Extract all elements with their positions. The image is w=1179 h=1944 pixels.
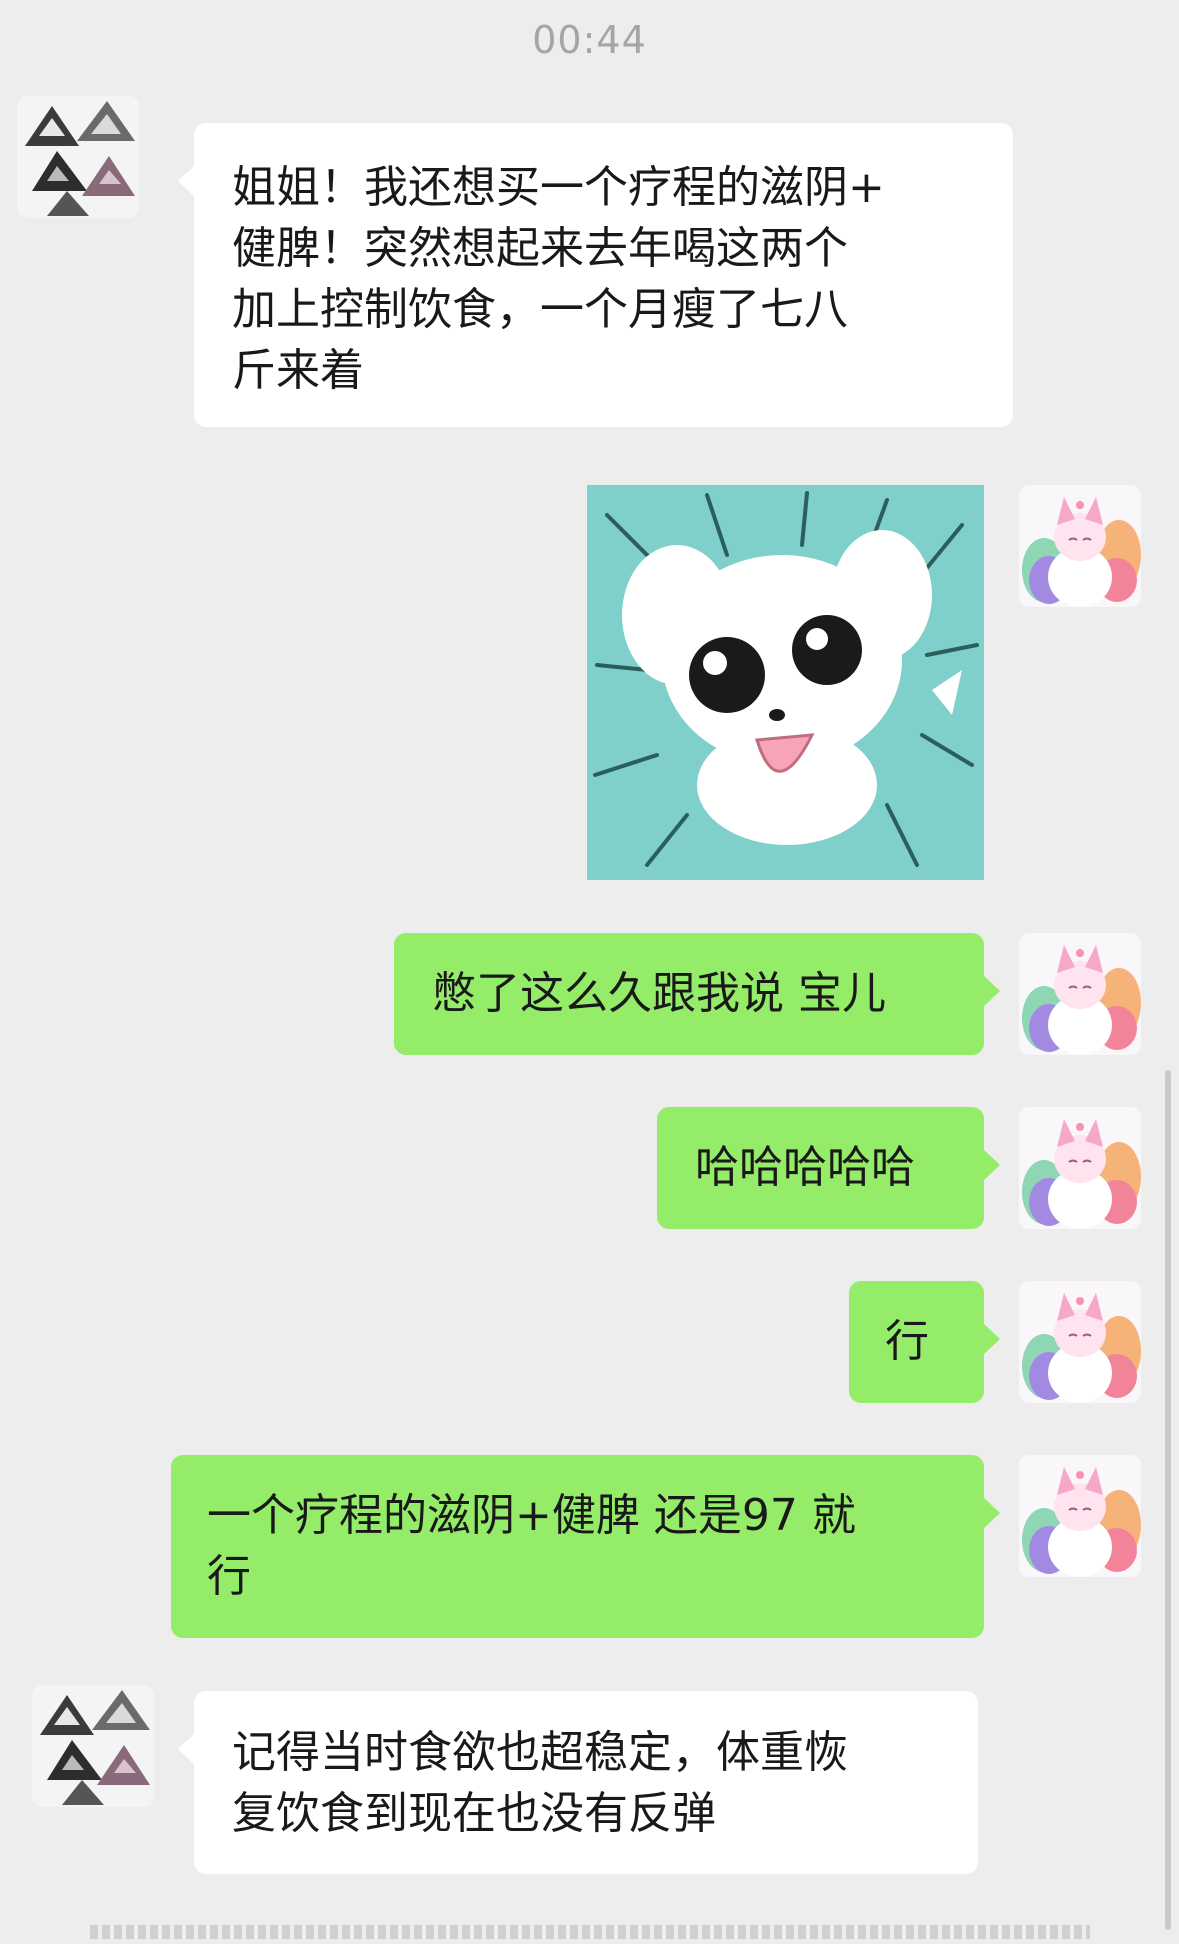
rainbow-fox-avatar-icon xyxy=(1019,933,1141,1055)
rainbow-fox-avatar-icon xyxy=(1019,1107,1141,1229)
bottom-dotted-divider xyxy=(90,1925,1090,1939)
geometric-triangle-avatar-icon xyxy=(17,96,139,218)
message-line: 行 xyxy=(207,1551,251,1602)
message-bubble-outgoing[interactable]: 行 xyxy=(849,1281,1000,1403)
message-bubble-incoming[interactable]: 姐姐！我还想买一个疗程的滋阴+ 健脾！突然想起来去年喝这两个 加上控制饮食，一个… xyxy=(178,123,1013,427)
contact-avatar[interactable] xyxy=(17,96,139,218)
rainbow-fox-avatar-icon xyxy=(1019,1455,1141,1577)
white-puppy-sticker-icon xyxy=(587,485,984,880)
my-avatar[interactable] xyxy=(1019,1107,1141,1229)
timestamp: 00:44 xyxy=(532,18,647,62)
sticker-message[interactable] xyxy=(587,485,984,880)
my-avatar[interactable] xyxy=(1019,1281,1141,1403)
message-line: 行 xyxy=(885,1316,929,1367)
message-line: 健脾！突然想起来去年喝这两个 xyxy=(232,223,848,274)
message-bubble-incoming[interactable]: 记得当时食欲也超稳定，体重恢 复饮食到现在也没有反弹 xyxy=(178,1691,978,1874)
my-avatar[interactable] xyxy=(1019,485,1141,607)
message-line: 憋了这么久跟我说 宝儿 xyxy=(432,968,886,1019)
message-line: 姐姐！我还想买一个疗程的滋阴+ xyxy=(232,162,885,213)
contact-avatar[interactable] xyxy=(32,1685,154,1807)
scrollbar[interactable] xyxy=(1165,1070,1171,1930)
message-line: 哈哈哈哈哈 xyxy=(695,1142,915,1193)
my-avatar[interactable] xyxy=(1019,1455,1141,1577)
geometric-triangle-avatar-icon xyxy=(32,1685,154,1807)
message-line: 加上控制饮食，一个月瘦了七八 xyxy=(232,284,848,335)
my-avatar[interactable] xyxy=(1019,933,1141,1055)
rainbow-fox-avatar-icon xyxy=(1019,1281,1141,1403)
message-bubble-outgoing[interactable]: 哈哈哈哈哈 xyxy=(657,1107,1000,1229)
message-bubble-outgoing[interactable]: 憋了这么久跟我说 宝儿 xyxy=(394,933,1000,1055)
message-line: 斤来着 xyxy=(232,345,364,396)
message-bubble-outgoing[interactable]: 一个疗程的滋阴+健脾 还是97 就 行 xyxy=(171,1455,1000,1638)
message-line: 记得当时食欲也超稳定，体重恢 xyxy=(232,1727,848,1778)
message-line: 复饮食到现在也没有反弹 xyxy=(232,1788,716,1839)
message-line: 一个疗程的滋阴+健脾 还是97 就 xyxy=(207,1490,856,1541)
rainbow-fox-avatar-icon xyxy=(1019,485,1141,607)
